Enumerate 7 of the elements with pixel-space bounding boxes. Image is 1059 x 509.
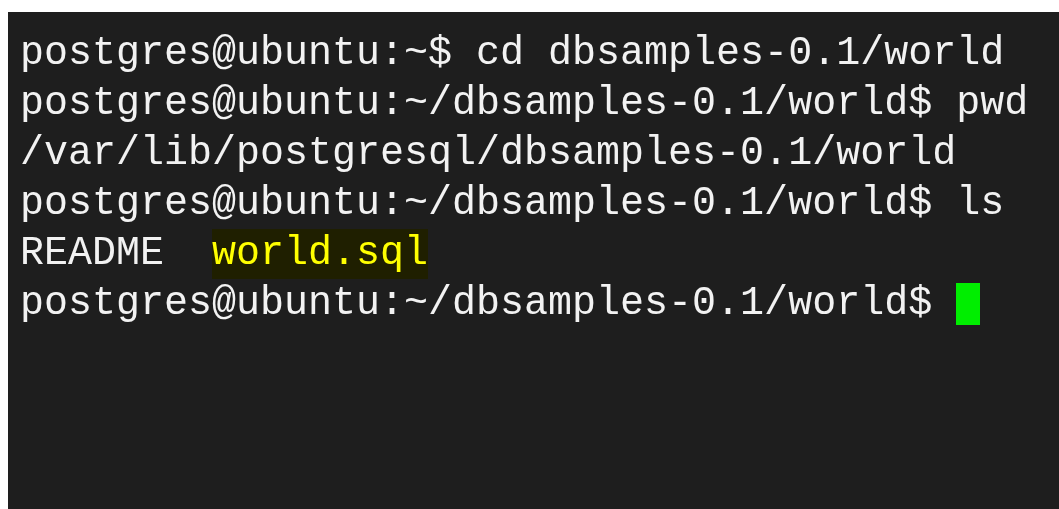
terminal-line: postgres@ubuntu:~/dbsamples-0.1/world$ ls [20, 180, 1005, 228]
file-name: world.sql [212, 229, 429, 279]
terminal-line: /var/lib/postgresql/dbsamples-0.1/world [20, 130, 957, 178]
terminal-line: postgres@ubuntu:~$ cd dbsamples-0.1/world [20, 30, 1005, 78]
file-name: README [20, 230, 165, 278]
terminal-prompt: postgres@ubuntu:~/dbsamples-0.1/world$ [20, 280, 933, 328]
terminal-line: postgres@ubuntu:~/dbsamples-0.1/world$ pwd [20, 80, 1029, 128]
